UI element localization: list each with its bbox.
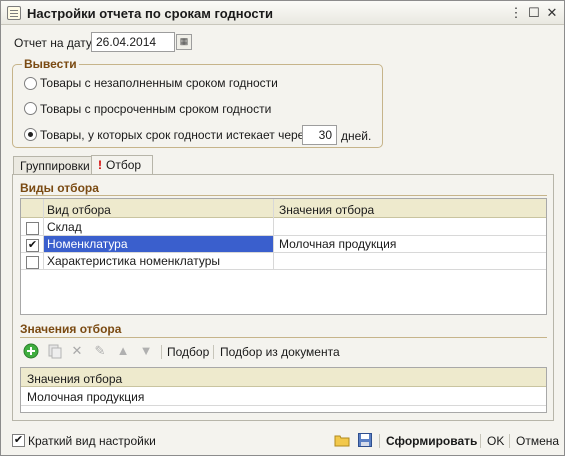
filter-types-divider (20, 195, 547, 196)
row-divider (21, 405, 546, 406)
calendar-icon[interactable]: ▦ (176, 34, 192, 50)
warning-icon: ! (98, 158, 102, 172)
filter-types-table[interactable]: Вид отбора Значения отбора Склад ✔ Номен… (20, 198, 547, 315)
cancel-button[interactable]: Отмена (516, 434, 559, 448)
edit-icon[interactable]: ✎ (92, 343, 108, 359)
tab-filter[interactable]: ! Отбор (91, 155, 153, 175)
radio-expiring-in[interactable] (24, 128, 37, 141)
table-row-value[interactable]: Молочная продукция (275, 235, 400, 253)
radio-unfilled-expiry-label[interactable]: Товары с незаполненным сроком годности (40, 76, 278, 90)
filter-values-title: Значения отбора (20, 322, 122, 336)
title-bar[interactable]: Настройки отчета по срокам годности ⋮ ☐ … (1, 1, 564, 25)
report-date-label: Отчет на дату: (14, 36, 96, 50)
output-group-caption: Вывести (22, 57, 79, 71)
brief-view-checkbox[interactable]: ✔ (12, 434, 25, 447)
settings-window: Настройки отчета по срокам годности ⋮ ☐ … (0, 0, 565, 456)
footer-separator (480, 434, 481, 448)
days-unit-label: дней. (341, 129, 372, 143)
copy-icon[interactable] (47, 343, 63, 359)
row-checkbox-characteristic[interactable] (26, 256, 39, 269)
window-title: Настройки отчета по срокам годности (27, 6, 273, 21)
report-date-field[interactable]: 26.04.2014 (91, 32, 175, 52)
tab-groupings[interactable]: Группировки (13, 156, 97, 175)
maximize-icon[interactable]: ☐ (525, 4, 543, 22)
delete-icon[interactable]: ✕ (69, 343, 85, 359)
column-header-filter-value[interactable]: Значения отбора (275, 201, 378, 219)
radio-expired[interactable] (24, 102, 37, 115)
footer-separator (379, 434, 380, 448)
list-item[interactable]: Молочная продукция (23, 388, 148, 406)
ok-button[interactable]: OK (487, 434, 504, 448)
move-down-icon[interactable]: ▼ (138, 343, 154, 359)
tab-groupings-label: Группировки (20, 159, 90, 173)
more-menu-icon[interactable]: ⋮ (507, 4, 525, 22)
folder-open-icon[interactable] (334, 432, 350, 448)
pick-button[interactable]: Подбор (167, 345, 209, 359)
toolbar-separator (161, 345, 162, 359)
table-row-name[interactable]: Характеристика номенклатуры (43, 252, 224, 270)
close-icon[interactable]: ✕ (543, 4, 561, 22)
days-input[interactable]: 30 (302, 125, 337, 145)
column-divider (273, 199, 274, 269)
toolbar-separator (213, 345, 214, 359)
radio-unfilled-expiry[interactable] (24, 77, 37, 90)
add-icon[interactable] (23, 343, 39, 359)
radio-expired-label[interactable]: Товары с просроченным сроком годности (40, 102, 271, 116)
footer-separator (509, 434, 510, 448)
row-divider (21, 269, 546, 270)
filter-values-divider (20, 337, 547, 338)
radio-expiring-in-label[interactable]: Товары, у которых срок годности истекает… (40, 128, 313, 142)
generate-button[interactable]: Сформировать (386, 434, 477, 448)
tab-filter-label: Отбор (106, 158, 142, 172)
table-row-name[interactable]: Склад (43, 218, 86, 236)
filter-types-title: Виды отбора (20, 181, 99, 195)
pick-from-document-button[interactable]: Подбор из документа (220, 345, 340, 359)
save-icon[interactable] (357, 432, 373, 448)
row-checkbox-warehouse[interactable] (26, 222, 39, 235)
column-header-filter-type[interactable]: Вид отбора (43, 201, 115, 219)
column-header-values[interactable]: Значения отбора (23, 370, 126, 388)
document-icon (7, 6, 21, 20)
move-up-icon[interactable]: ▲ (115, 343, 131, 359)
table-row-name[interactable]: Номенклатура (43, 235, 132, 253)
filter-values-table[interactable]: Значения отбора Молочная продукция (20, 367, 547, 413)
row-checkbox-nomenclature[interactable]: ✔ (26, 239, 39, 252)
brief-view-label[interactable]: Краткий вид настройки (28, 434, 156, 448)
